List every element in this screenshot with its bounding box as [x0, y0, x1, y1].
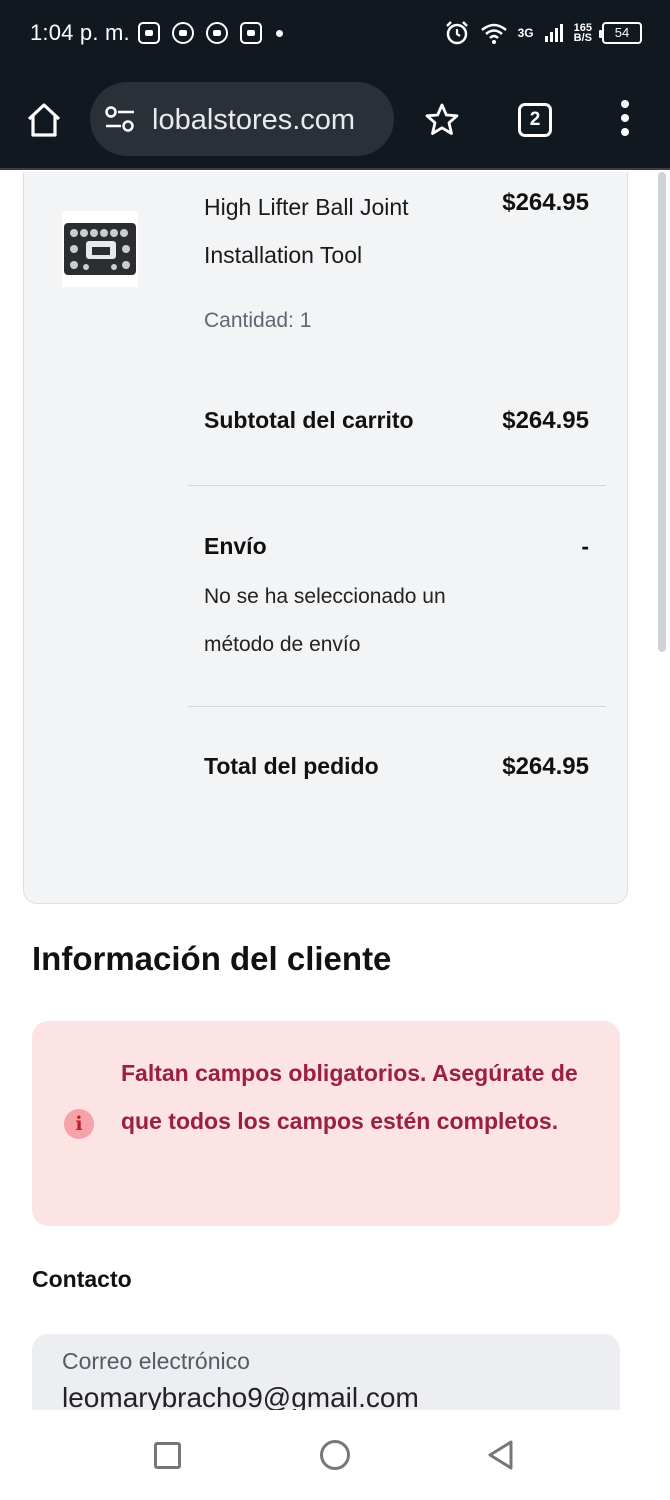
browser-toolbar: lobalstores.com 2	[0, 70, 670, 170]
error-message: Faltan campos obligatorios. Asegúrate de…	[121, 1060, 578, 1134]
product-image	[62, 211, 138, 287]
bookmark-star-icon[interactable]	[424, 102, 460, 138]
subtotal-value: $264.95	[502, 407, 589, 434]
order-summary-card: High Lifter Ball Joint Installation Tool…	[23, 172, 628, 904]
signal-icon	[544, 24, 563, 42]
product-price: $264.95	[502, 189, 589, 216]
parking-app-icon	[240, 22, 262, 44]
address-bar[interactable]: lobalstores.com	[90, 82, 394, 156]
email-field[interactable]: Correo electrónico leomarybracho9@gmail.…	[32, 1334, 620, 1410]
system-nav-bar	[0, 1410, 670, 1500]
shipping-value: -	[581, 533, 589, 559]
subtotal-label: Subtotal del carrito	[204, 407, 414, 433]
network-type: 3G	[517, 26, 534, 40]
order-total-label: Total del pedido	[204, 753, 379, 779]
divider	[188, 706, 606, 707]
shipping-label: Envío	[204, 533, 267, 559]
alarm-icon	[445, 21, 468, 45]
speed-unit: B/S	[573, 32, 592, 44]
divider	[188, 485, 606, 486]
network-speed: 165 B/S	[573, 23, 592, 44]
customer-info-title: Información del cliente	[32, 940, 392, 977]
email-field-label: Correo electrónico	[62, 1348, 250, 1374]
system-indicators: 3G 165 B/S 54	[444, 20, 642, 46]
checkout-page: High Lifter Ball Joint Installation Tool…	[0, 172, 670, 1410]
notification-app-icon	[172, 22, 194, 44]
error-alert: i Faltan campos obligatorios. Asegúrate …	[32, 1021, 620, 1226]
order-total-value: $264.95	[502, 753, 589, 780]
tab-switcher-button[interactable]: 2	[518, 103, 552, 137]
info-icon: i	[64, 1109, 94, 1139]
shipping-note: No se ha seleccionado un método de envío	[204, 585, 446, 656]
wifi-icon	[480, 23, 507, 44]
battery-icon: 54	[599, 22, 642, 44]
notification-icons	[138, 22, 283, 44]
status-bar: 1:04 p. m. 3G 165 B/S 54	[0, 0, 670, 70]
contact-heading: Contacto	[32, 1266, 132, 1292]
home-button[interactable]	[320, 1440, 350, 1470]
email-input[interactable]: leomarybracho9@gmail.com	[62, 1382, 419, 1410]
more-notifications-dot	[276, 29, 283, 37]
site-settings-icon[interactable]	[104, 104, 136, 134]
recents-button[interactable]	[154, 1442, 181, 1469]
page-scrollbar[interactable]	[658, 172, 666, 652]
home-icon[interactable]	[24, 100, 64, 140]
back-triangle-icon[interactable]	[486, 1439, 514, 1471]
product-name: High Lifter Ball Joint Installation Tool	[204, 194, 409, 268]
status-time: 1:04 p. m.	[30, 20, 130, 45]
product-quantity: Cantidad: 1	[204, 309, 312, 332]
more-menu-icon[interactable]	[620, 100, 630, 140]
url-text[interactable]: lobalstores.com	[152, 104, 384, 137]
notification-app-icon	[206, 22, 228, 44]
game-controller-icon	[138, 22, 160, 44]
